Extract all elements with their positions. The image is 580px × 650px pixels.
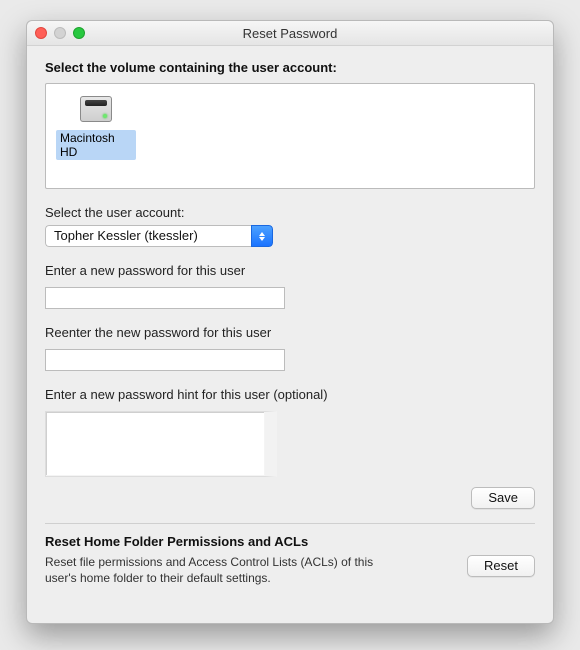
user-account-select[interactable]: Topher Kessler (tkessler) <box>45 225 273 247</box>
password-hint-textarea[interactable] <box>45 411 277 477</box>
window-title: Reset Password <box>243 26 338 41</box>
popup-arrows-icon <box>251 225 273 247</box>
user-account-selected: Topher Kessler (tkessler) <box>45 225 251 247</box>
password-hint-label: Enter a new password hint for this user … <box>45 387 535 402</box>
volume-item-label: Macintosh HD <box>56 130 136 160</box>
reenter-password-label: Reenter the new password for this user <box>45 325 535 340</box>
acl-description: Reset file permissions and Access Contro… <box>45 555 405 586</box>
window-content: Select the volume containing the user ac… <box>27 46 553 623</box>
window-controls <box>35 27 85 39</box>
internal-hd-icon <box>76 92 116 126</box>
minimize-icon <box>54 27 66 39</box>
reset-button[interactable]: Reset <box>467 555 535 577</box>
close-icon[interactable] <box>35 27 47 39</box>
section-divider <box>45 523 535 524</box>
titlebar: Reset Password <box>27 21 553 46</box>
new-password-label: Enter a new password for this user <box>45 263 535 278</box>
acl-section-heading: Reset Home Folder Permissions and ACLs <box>45 534 535 549</box>
volume-section-heading: Select the volume containing the user ac… <box>45 60 535 75</box>
reset-password-window: Reset Password Select the volume contain… <box>26 20 554 624</box>
volume-item-macintosh-hd[interactable]: Macintosh HD <box>56 92 136 160</box>
new-password-input[interactable] <box>45 287 285 309</box>
reenter-password-input[interactable] <box>45 349 285 371</box>
user-account-label: Select the user account: <box>45 205 535 220</box>
save-button[interactable]: Save <box>471 487 535 509</box>
zoom-icon[interactable] <box>73 27 85 39</box>
volume-list[interactable]: Macintosh HD <box>45 83 535 189</box>
